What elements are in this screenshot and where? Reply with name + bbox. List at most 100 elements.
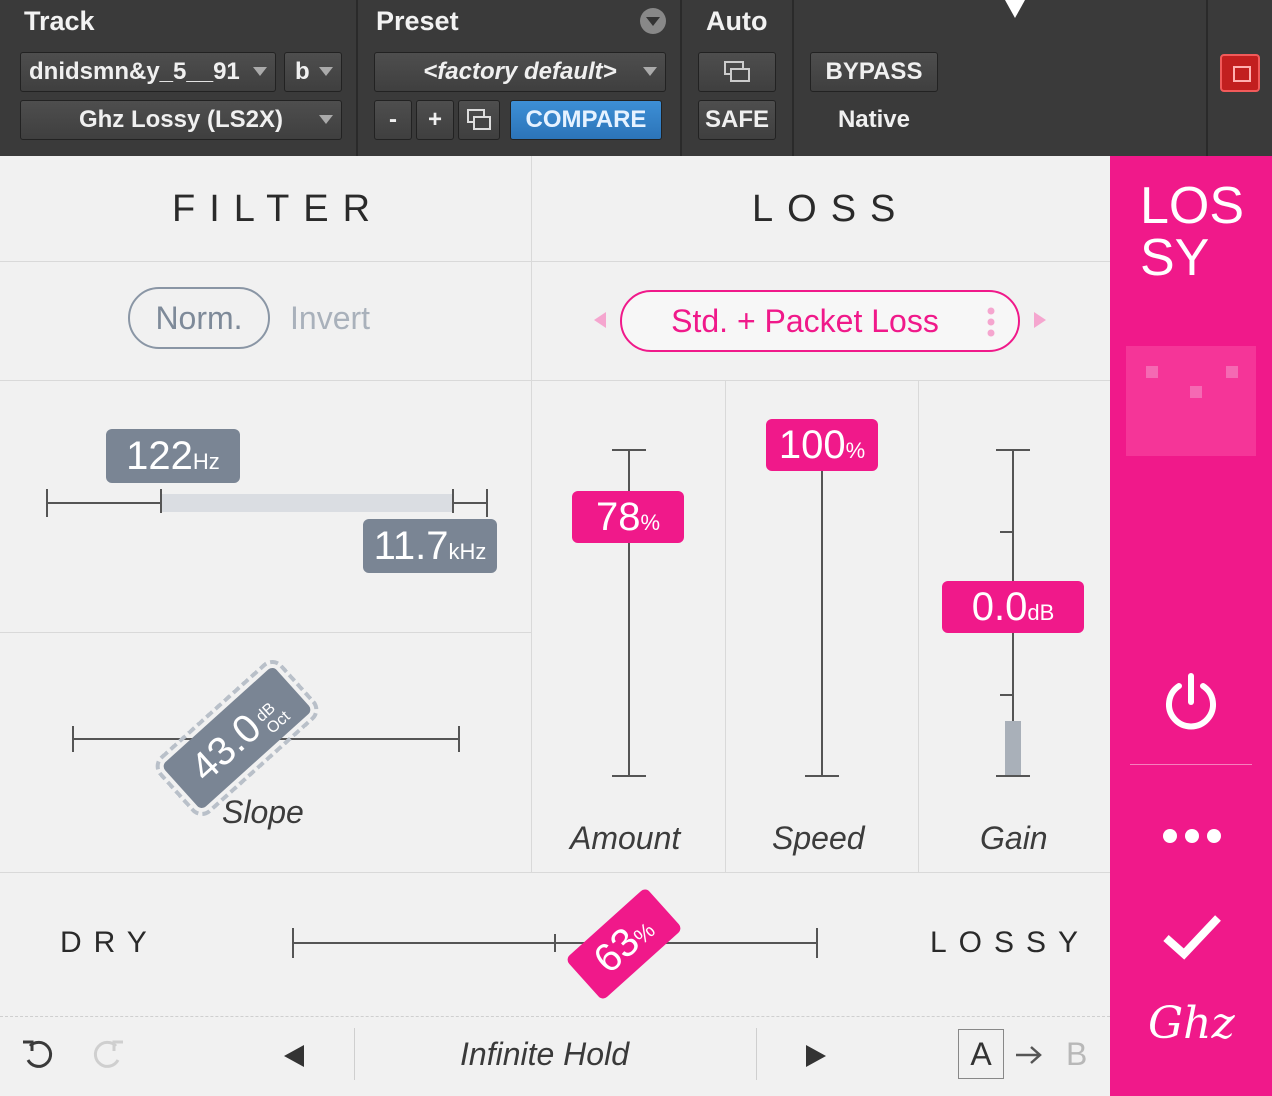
tick [46,489,48,517]
next-mode-icon[interactable] [1034,312,1046,328]
footer-preset-name[interactable]: Infinite Hold [460,1036,629,1073]
track-name: dnidsmn&y_5__91 [29,58,240,85]
logo-line-2: SY [1140,229,1210,287]
checkmark-icon[interactable] [1162,912,1222,960]
channel-select[interactable]: b [284,52,342,92]
divider [680,0,682,156]
tick [612,775,646,777]
next-preset-button[interactable]: + [416,100,454,140]
tick [805,775,839,777]
speed-label: Speed [772,820,865,856]
tick [72,726,74,752]
tick [486,489,488,517]
copy-settings-button[interactable] [458,100,500,140]
divider [354,1028,355,1080]
automation-icon [724,61,750,82]
visualizer [1126,336,1256,466]
redo-icon[interactable] [90,1036,126,1072]
undo-icon[interactable] [20,1036,56,1072]
mouse-cursor-icon [1005,0,1025,18]
slope-label: Slope [222,794,304,830]
track-select[interactable]: dnidsmn&y_5__91 [20,52,276,92]
divider [1206,0,1208,156]
amount-handle[interactable]: 78% [572,491,684,543]
speed-unit: % [845,438,866,463]
speed-handle[interactable]: 100% [766,419,878,471]
logo-line-1: LOS [1140,177,1245,235]
preset-menu-icon[interactable] [640,8,666,34]
tick [160,489,162,513]
track-title: Track [24,6,95,36]
safe-button[interactable]: SAFE [698,100,776,140]
previous-mode-icon[interactable] [594,312,606,328]
low-cut-handle[interactable]: 122Hz [106,429,240,483]
filter-mode-invert-button[interactable]: Invert [290,287,370,349]
amount-label: Amount [570,820,681,856]
loss-mode-selector[interactable]: Std. + Packet Loss [620,290,1020,352]
ab-slot-b-button[interactable]: B [1066,1036,1087,1073]
divider [0,1016,1110,1017]
amount-value: 78 [595,495,641,539]
more-options-icon[interactable] [1160,826,1224,846]
visualizer-grid [1126,346,1256,456]
preset-select[interactable]: <factory default> [374,52,666,92]
ab-slot-a-button[interactable]: A [958,1029,1004,1079]
auto-title: Auto [706,6,768,36]
gain-unit: dB [1027,600,1055,625]
power-icon[interactable] [1160,672,1222,734]
high-cut-handle[interactable]: 11.7kHz [363,519,497,573]
chevron-down-icon [643,67,657,76]
loss-mode-label: Std. + Packet Loss [671,303,939,339]
arrow-right-icon[interactable] [1014,1044,1044,1066]
plugin-select[interactable]: Ghz Lossy (LS2X) [20,100,342,140]
compare-button[interactable]: COMPARE [510,100,662,140]
preset-name: <factory default> [423,58,617,85]
divider [792,0,794,156]
divider [0,632,531,633]
tick [452,489,454,513]
filter-mode-norm-button[interactable]: Norm. [128,287,270,349]
bypass-button[interactable]: BYPASS [810,52,938,92]
previous-preset-icon[interactable] [284,1045,304,1067]
tick [292,928,294,958]
tick [458,726,460,752]
divider [0,380,1110,381]
divider [918,380,919,872]
tick [612,449,646,451]
frequency-range-fill [160,494,452,512]
lossy-label: LOSSY [930,926,1091,959]
tick [996,775,1030,777]
product-logo: LOS SY [1140,180,1244,284]
low-cut-value: 122 [126,434,193,478]
next-preset-icon[interactable] [806,1045,826,1067]
amount-unit: % [640,510,661,535]
tick [816,928,818,958]
divider [756,1028,757,1080]
chevron-down-icon [319,67,333,76]
divider [0,261,1110,262]
filter-title: FILTER [172,188,385,230]
high-cut-value: 11.7 [373,524,449,568]
speed-track[interactable] [821,450,823,776]
brand-logo: Ghz [1148,998,1235,1049]
plugin-panel: FILTER LOSS Norm. Invert Std. + Packet L… [0,156,1110,1096]
divider [725,380,726,872]
preset-title: Preset [376,6,459,36]
gain-value: 0.0 [971,585,1028,629]
speed-value: 100 [778,423,846,467]
automation-button[interactable] [698,52,776,92]
previous-preset-button[interactable]: - [374,100,412,140]
copy-icon [467,109,491,130]
record-icon[interactable] [1220,54,1260,92]
chevron-down-icon [319,115,333,124]
divider [531,156,532,872]
gain-meter [1005,721,1021,775]
channel-name: b [295,58,310,85]
gain-handle[interactable]: 0.0dB [942,581,1084,633]
mix-handle[interactable]: 63% [565,887,683,1001]
tick [554,934,556,952]
divider [0,872,1110,873]
high-cut-unit: kHz [448,539,487,564]
tick [996,449,1030,451]
loss-title: LOSS [752,188,910,230]
